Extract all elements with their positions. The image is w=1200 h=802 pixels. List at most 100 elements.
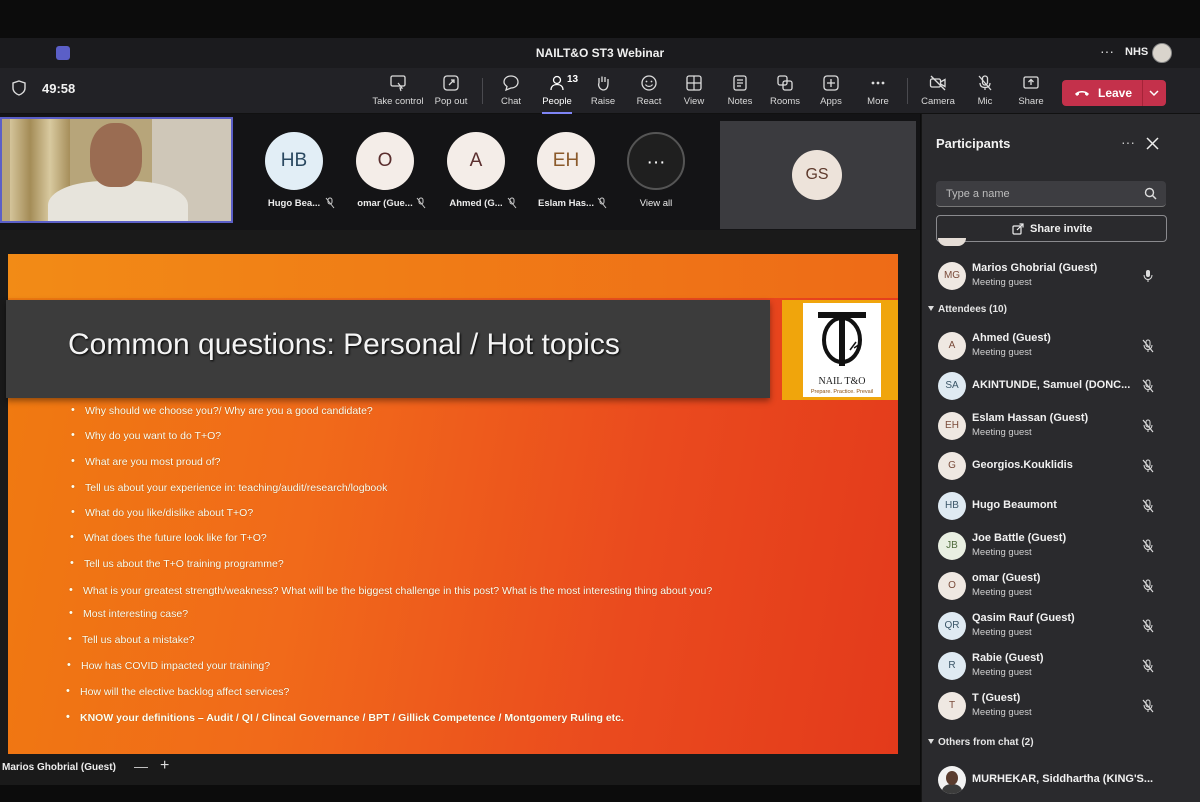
participant-tile[interactable]: A Ahmed (G... bbox=[441, 132, 517, 209]
participant-tile[interactable]: O omar (Gue... bbox=[350, 132, 426, 209]
participant-name: Ahmed (G... bbox=[449, 198, 503, 209]
participant-search bbox=[936, 181, 1166, 207]
share-icon bbox=[1023, 76, 1039, 89]
more-icon bbox=[871, 81, 885, 85]
mic-off-icon bbox=[1142, 339, 1154, 353]
mic-off-icon bbox=[325, 197, 335, 209]
view-icon bbox=[686, 75, 702, 91]
mic-off-icon bbox=[416, 197, 426, 209]
meeting-toolbar: 49:58 Take control Pop out Chat 13 Peopl… bbox=[0, 68, 1200, 114]
participant-name: omar (Guest) bbox=[972, 572, 1041, 584]
pop-out-button[interactable]: Pop out bbox=[424, 74, 478, 107]
avatar: R bbox=[938, 652, 966, 680]
spotlight-tile[interactable]: GS bbox=[720, 121, 916, 229]
share-invite-button[interactable]: Share invite bbox=[936, 215, 1167, 242]
participant-row[interactable]: T T (Guest) Meeting guest bbox=[936, 690, 1166, 722]
leave-button[interactable]: Leave bbox=[1062, 80, 1166, 106]
participant-name: Rabie (Guest) bbox=[972, 652, 1044, 664]
rooms-icon bbox=[777, 75, 793, 91]
participant-name: Eslam Has... bbox=[538, 198, 594, 209]
react-icon bbox=[641, 75, 657, 91]
presenter-video[interactable] bbox=[0, 117, 233, 223]
mic-off-icon bbox=[507, 197, 517, 209]
raise-hand-icon bbox=[597, 76, 609, 91]
mic-off-icon bbox=[1142, 699, 1154, 713]
avatar: JB bbox=[938, 532, 966, 560]
zoom-in-button[interactable]: + bbox=[160, 757, 169, 775]
participant-row[interactable]: JB Joe Battle (Guest) Meeting guest bbox=[936, 530, 1166, 562]
avatar: HB bbox=[938, 492, 966, 520]
mic-off-icon bbox=[1142, 499, 1154, 513]
participant-row[interactable]: EH Eslam Hassan (Guest) Meeting guest bbox=[936, 410, 1166, 442]
participant-role: Meeting guest bbox=[972, 277, 1032, 288]
avatar: G bbox=[938, 452, 966, 480]
participant-row[interactable]: MG Marios Ghobrial (Guest) Meeting guest bbox=[936, 260, 1166, 292]
mic-off-icon bbox=[1142, 539, 1154, 553]
participant-row[interactable]: MURHEKAR, Siddhartha (KING'S... bbox=[936, 764, 1166, 796]
participant-name: Hugo Bea... bbox=[267, 198, 321, 209]
participant-name: MURHEKAR, Siddhartha (KING'S... bbox=[972, 773, 1154, 785]
avatar: GS bbox=[792, 150, 842, 200]
participant-row[interactable]: QR Qasim Rauf (Guest) Meeting guest bbox=[936, 610, 1166, 642]
logo-tagline: Prepare. Practice. Prevail bbox=[810, 389, 874, 395]
participant-role: Meeting guest bbox=[972, 547, 1032, 558]
attendees-header[interactable]: Attendees (10) bbox=[928, 304, 1007, 315]
slide-title: Common questions: Personal / Hot topics bbox=[68, 328, 620, 361]
participant-role: Meeting guest bbox=[972, 347, 1032, 358]
participant-name: omar (Gue... bbox=[357, 198, 413, 209]
participant-row[interactable]: G Georgios.Kouklidis bbox=[936, 450, 1166, 482]
chevron-down-icon[interactable] bbox=[1148, 87, 1160, 99]
participant-row[interactable]: SA AKINTUNDE, Samuel (DONC... bbox=[936, 370, 1166, 402]
chat-icon bbox=[503, 75, 519, 92]
people-icon bbox=[550, 75, 564, 91]
window-more-button[interactable]: ··· bbox=[1100, 43, 1114, 59]
toolbar-divider bbox=[482, 78, 483, 104]
mic-off-icon bbox=[1142, 579, 1154, 593]
participant-row[interactable]: O omar (Guest) Meeting guest bbox=[936, 570, 1166, 602]
participant-role: Meeting guest bbox=[972, 707, 1032, 718]
participant-row[interactable]: A Ahmed (Guest) Meeting guest bbox=[936, 330, 1166, 362]
participant-name: Ahmed (Guest) bbox=[972, 332, 1051, 344]
title-bar: NAILT&O ST3 Webinar ··· NHS bbox=[0, 38, 1200, 68]
more-button[interactable]: More bbox=[851, 74, 905, 107]
view-all-button[interactable]: ··· View all bbox=[621, 132, 691, 209]
participant-name: T (Guest) bbox=[972, 692, 1021, 704]
nail-logo-mark-icon bbox=[818, 312, 866, 366]
participant-name: AKINTUNDE, Samuel (DONC... bbox=[972, 379, 1131, 391]
mic-off-icon bbox=[1142, 419, 1154, 433]
participant-row[interactable]: R Rabie (Guest) Meeting guest bbox=[936, 650, 1166, 682]
toolbar-divider bbox=[907, 78, 908, 104]
presenter-name: Marios Ghobrial (Guest) bbox=[2, 762, 116, 773]
participant-row[interactable]: HB Hugo Beaumont bbox=[936, 490, 1166, 522]
meeting-timer: 49:58 bbox=[42, 81, 76, 96]
organization-label[interactable]: NHS bbox=[1125, 46, 1148, 58]
participant-name: Qasim Rauf (Guest) bbox=[972, 612, 1075, 624]
avatar: MG bbox=[938, 262, 966, 290]
panel-more-button[interactable]: ··· bbox=[1121, 134, 1135, 150]
take-control-button[interactable]: Take control bbox=[370, 74, 426, 107]
participant-name: Hugo Beaumont bbox=[972, 499, 1057, 511]
others-from-chat-header[interactable]: Others from chat (2) bbox=[928, 737, 1034, 748]
logo-text: NAIL T&O bbox=[818, 376, 866, 387]
participant-name: Marios Ghobrial (Guest) bbox=[972, 262, 1098, 274]
participant-name: Georgios.Kouklidis bbox=[972, 459, 1073, 471]
participant-role: Meeting guest bbox=[972, 587, 1032, 598]
search-input[interactable] bbox=[946, 186, 1136, 202]
account-avatar[interactable] bbox=[1152, 43, 1172, 63]
share-invite-icon bbox=[1012, 223, 1024, 235]
avatar: A bbox=[447, 132, 505, 190]
zoom-out-button[interactable]: — bbox=[134, 758, 148, 774]
participant-tile[interactable]: EH Eslam Has... bbox=[531, 132, 607, 209]
view-all-label: View all bbox=[639, 198, 673, 209]
camera-button[interactable]: Camera bbox=[911, 74, 965, 107]
close-icon[interactable] bbox=[1146, 137, 1159, 150]
avatar: A bbox=[938, 332, 966, 360]
avatar: EH bbox=[938, 412, 966, 440]
participant-tile[interactable]: HB Hugo Bea... bbox=[259, 132, 335, 209]
search-icon bbox=[1144, 187, 1157, 200]
mic-off-icon bbox=[1142, 619, 1154, 633]
share-button[interactable]: Share bbox=[1004, 74, 1058, 107]
apps-icon bbox=[823, 75, 839, 91]
apps-button[interactable]: Apps bbox=[804, 74, 858, 107]
avatar bbox=[938, 238, 966, 246]
